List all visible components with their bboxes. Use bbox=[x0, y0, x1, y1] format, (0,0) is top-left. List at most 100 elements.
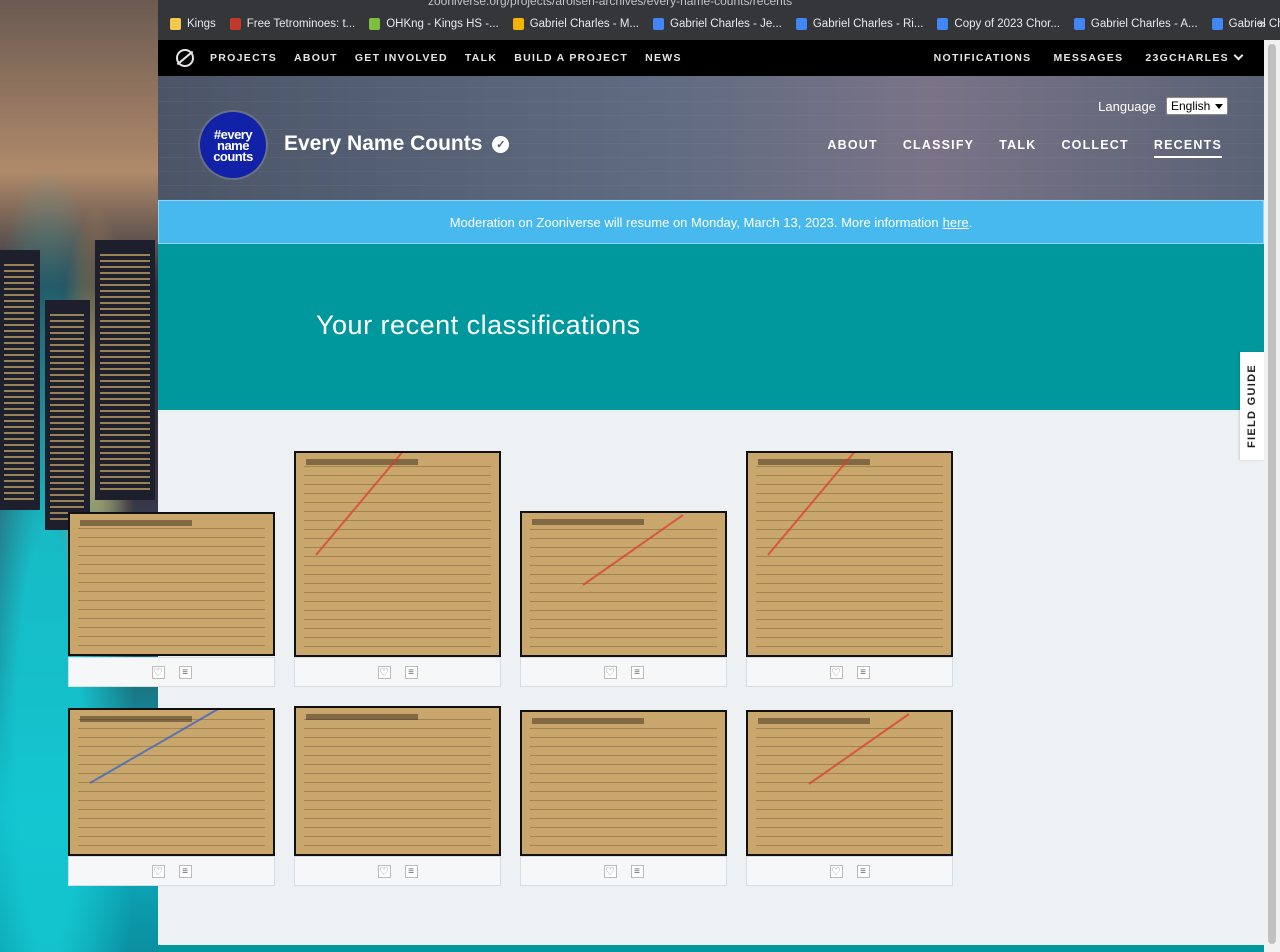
add-to-collection-icon[interactable]: ≡ bbox=[856, 864, 870, 878]
card-actions: ♡ ≡ bbox=[746, 657, 953, 687]
moderation-banner: Moderation on Zooniverse will resume on … bbox=[158, 200, 1264, 244]
doc-icon bbox=[1073, 18, 1085, 30]
favorite-heart-icon[interactable]: ♡ bbox=[151, 864, 165, 878]
language-value: English bbox=[1171, 99, 1211, 113]
nav-projects[interactable]: PROJECTS bbox=[210, 52, 277, 64]
subject-thumbnail[interactable] bbox=[746, 710, 953, 856]
dropdown-arrow-icon bbox=[1215, 103, 1223, 109]
project-nav-recents[interactable]: RECENTS bbox=[1153, 138, 1222, 158]
bookmark-item[interactable]: OHKng - Kings HS -... bbox=[369, 18, 499, 30]
project-avatar[interactable]: #every name counts bbox=[200, 112, 266, 178]
favorite-heart-icon[interactable]: ♡ bbox=[377, 665, 391, 679]
chevron-down-icon bbox=[1233, 50, 1244, 61]
project-nav: ABOUT CLASSIFY TALK COLLECT RECENTS bbox=[827, 138, 1222, 158]
project-logo-text: #every name counts bbox=[213, 126, 253, 164]
subject-thumbnail[interactable] bbox=[68, 708, 275, 856]
project-nav-talk[interactable]: TALK bbox=[999, 138, 1036, 158]
language-label: Language bbox=[1098, 98, 1156, 114]
nav-news[interactable]: NEWS bbox=[645, 52, 682, 64]
favorite-heart-icon[interactable]: ♡ bbox=[829, 864, 843, 878]
card-actions: ♡ ≡ bbox=[520, 657, 727, 687]
language-picker: Language English bbox=[1098, 97, 1228, 115]
bookmark-label: Kings bbox=[187, 18, 216, 30]
banner-link[interactable]: here bbox=[943, 215, 969, 230]
add-to-collection-icon[interactable]: ≡ bbox=[856, 665, 870, 679]
bookmark-item[interactable]: Kings bbox=[170, 18, 216, 30]
language-select[interactable]: English bbox=[1166, 97, 1228, 115]
nav-notifications[interactable]: NOTIFICATIONS bbox=[934, 52, 1032, 64]
subject-thumbnail[interactable] bbox=[294, 451, 501, 657]
bookmark-item[interactable]: Gabriel Charles - Ri... bbox=[795, 18, 924, 30]
favorite-heart-icon[interactable]: ♡ bbox=[603, 864, 617, 878]
footer-strip bbox=[158, 945, 1264, 952]
bookmark-item[interactable]: Free Tetrominoes: t... bbox=[229, 18, 356, 30]
card-actions: ♡ ≡ bbox=[68, 856, 275, 886]
project-nav-collect[interactable]: COLLECT bbox=[1061, 138, 1128, 158]
doc-icon bbox=[795, 18, 807, 30]
verified-check-icon: ✓ bbox=[492, 135, 510, 153]
bookmark-item[interactable]: Gabriel Charles - A... bbox=[1073, 18, 1198, 30]
project-nav-classify[interactable]: CLASSIFY bbox=[903, 138, 974, 158]
card-actions: ♡ ≡ bbox=[294, 657, 501, 687]
bookmarks-bar: Kings Free Tetrominoes: t... OHKng - Kings… bbox=[158, 8, 1280, 40]
card-actions: ♡ ≡ bbox=[520, 856, 727, 886]
user-nav: NOTIFICATIONS MESSAGES 23GCHARLES bbox=[912, 50, 1264, 64]
field-guide-label: FIELD GUIDE bbox=[1246, 364, 1258, 448]
scrollbar-thumb[interactable] bbox=[1268, 44, 1276, 944]
bookmark-label: OHKng - Kings HS -... bbox=[386, 18, 499, 30]
zooniverse-logo-icon[interactable] bbox=[176, 49, 194, 67]
username: 23GCHARLES bbox=[1145, 52, 1229, 64]
favorite-heart-icon[interactable]: ♡ bbox=[829, 665, 843, 679]
card-actions: ♡ ≡ bbox=[746, 856, 953, 886]
browser-tabbar: zooniverse.org/projects/arolsen-archives… bbox=[158, 0, 1280, 8]
subject-thumbnail[interactable] bbox=[746, 451, 953, 657]
bookmark-item[interactable]: Gabriel Charles - M... bbox=[512, 18, 639, 30]
bookmark-label: Gabriel Charles - A... bbox=[1090, 18, 1198, 30]
add-to-collection-icon[interactable]: ≡ bbox=[178, 864, 192, 878]
tetris-icon bbox=[229, 18, 241, 30]
add-to-collection-icon[interactable]: ≡ bbox=[404, 864, 418, 878]
plant-icon bbox=[369, 18, 381, 30]
project-title-text: Every Name Counts bbox=[284, 132, 483, 155]
project-title[interactable]: Every Name Counts ✓ bbox=[284, 132, 510, 156]
add-to-collection-icon[interactable]: ≡ bbox=[630, 665, 644, 679]
nav-get-involved[interactable]: GET INVOLVED bbox=[355, 52, 448, 64]
favorite-heart-icon[interactable]: ♡ bbox=[377, 864, 391, 878]
project-header: Language English #every name counts Ever… bbox=[158, 76, 1264, 200]
nav-messages[interactable]: MESSAGES bbox=[1053, 52, 1123, 64]
doc-icon bbox=[653, 18, 664, 30]
nav-talk[interactable]: TALK bbox=[465, 52, 497, 64]
card-actions: ♡ ≡ bbox=[294, 856, 501, 886]
bookmark-label: Free Tetrominoes: t... bbox=[246, 18, 356, 30]
bookmark-item[interactable]: Gabriel Charles - A... bbox=[1211, 18, 1280, 30]
project-nav-about[interactable]: ABOUT bbox=[827, 138, 877, 158]
add-to-collection-icon[interactable]: ≡ bbox=[630, 864, 644, 878]
bookmark-label: Gabriel Charles - Je... bbox=[670, 18, 782, 30]
recents-hero: Your recent classifications bbox=[158, 244, 1264, 410]
nav-build-a-project[interactable]: BUILD A PROJECT bbox=[514, 52, 628, 64]
favorite-heart-icon[interactable]: ♡ bbox=[603, 665, 617, 679]
user-menu[interactable]: 23GCHARLES bbox=[1145, 50, 1244, 64]
bookmark-item[interactable]: Gabriel Charles - Je... bbox=[653, 18, 782, 30]
bookmarks-overflow-button[interactable]: » bbox=[1259, 16, 1266, 31]
subject-thumbnail[interactable] bbox=[68, 512, 275, 656]
bookmark-label: Copy of 2023 Chor... bbox=[954, 18, 1060, 30]
subject-thumbnail[interactable] bbox=[294, 706, 501, 856]
field-guide-tab[interactable]: FIELD GUIDE bbox=[1240, 352, 1264, 460]
nav-about[interactable]: ABOUT bbox=[294, 52, 338, 64]
bookmark-label: Gabriel Charles - A... bbox=[1228, 18, 1280, 30]
banner-suffix: . bbox=[968, 214, 973, 230]
add-to-collection-icon[interactable]: ≡ bbox=[178, 665, 192, 679]
subject-thumbnail[interactable] bbox=[520, 710, 727, 856]
subject-thumbnail[interactable] bbox=[520, 511, 727, 657]
bookmark-label: Gabriel Charles - Ri... bbox=[812, 18, 924, 30]
doc-icon bbox=[1211, 18, 1223, 30]
bookmark-item[interactable]: Copy of 2023 Chor... bbox=[937, 18, 1060, 30]
scrollbar[interactable] bbox=[1264, 40, 1280, 952]
favorite-heart-icon[interactable]: ♡ bbox=[151, 665, 165, 679]
bookmark-label: Gabriel Charles - M... bbox=[529, 18, 639, 30]
add-to-collection-icon[interactable]: ≡ bbox=[404, 665, 418, 679]
url-bar[interactable]: zooniverse.org/projects/arolsen-archives… bbox=[428, 0, 792, 8]
card-actions: ♡ ≡ bbox=[68, 657, 275, 687]
banner-text: Moderation on Zooniverse will resume on … bbox=[449, 214, 939, 230]
